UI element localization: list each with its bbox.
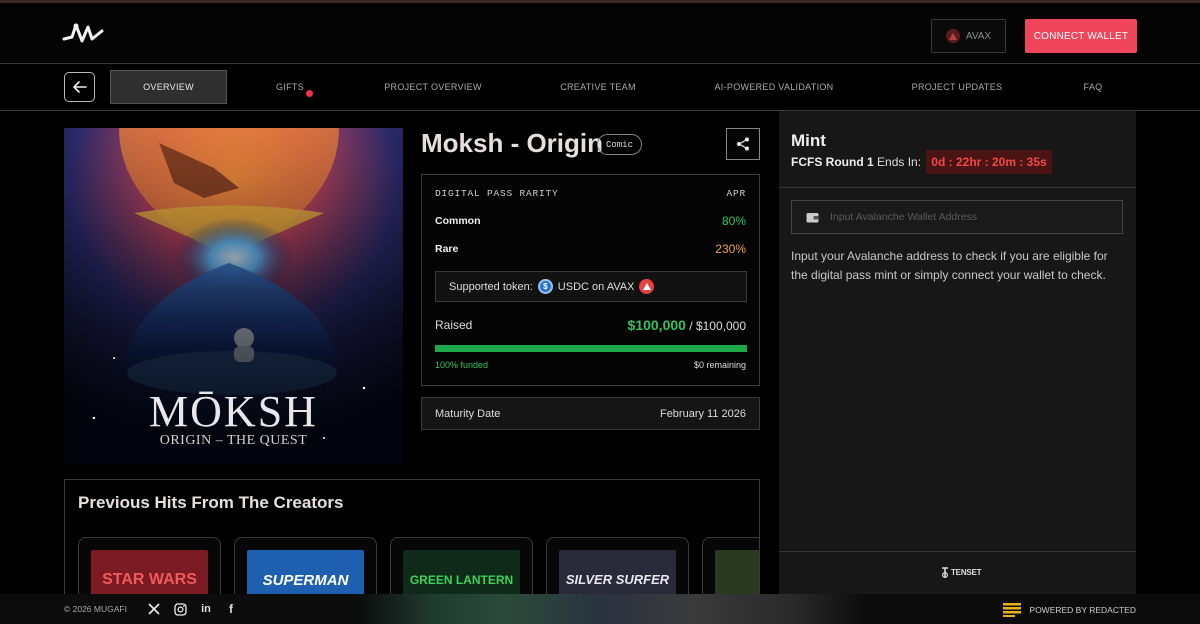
- apr-header: APR: [726, 188, 746, 199]
- maturity-label: Maturity Date: [435, 407, 501, 420]
- tab-creative-team[interactable]: CREATIVE TEAM: [548, 70, 648, 104]
- cover-subtitle: ORIGIN – THE QUEST: [159, 433, 308, 448]
- instagram-icon[interactable]: [173, 602, 187, 616]
- apr-common: 80%: [721, 214, 746, 228]
- funded-text: 100% funded: [435, 360, 489, 370]
- mint-title: Mint: [791, 131, 826, 150]
- linkedin-icon[interactable]: in: [199, 602, 213, 616]
- usdc-icon: $: [537, 279, 553, 294]
- rarity-card: DIGITAL PASS RARITY APR Common 80% Rare …: [421, 174, 760, 386]
- rarity-label-common: Common: [435, 215, 481, 227]
- tenset-logo: TENSET: [941, 567, 982, 578]
- footer: © 2026 MUGAFI in f POWERED BY REDACTED: [0, 594, 1200, 624]
- divider: [779, 187, 1136, 188]
- round-info: FCFS Round 1 Ends In:: [791, 155, 921, 169]
- raised-value: $100,000: [627, 317, 686, 333]
- category-tag: Comic: [597, 134, 642, 155]
- top-bar: AVAX CONNECT WALLET: [0, 0, 1200, 64]
- tab-gifts-label: GIFTS: [276, 82, 304, 92]
- funding-progress-bar: [435, 345, 747, 352]
- funding-progress-fill: [435, 345, 747, 352]
- hit-cover-title: SUPERMAN: [262, 571, 349, 589]
- back-button[interactable]: [64, 72, 95, 102]
- cover-title: MŌKSH: [149, 387, 318, 436]
- apr-rare: 230%: [715, 242, 746, 256]
- maturity-value: February 11 2026: [659, 407, 746, 420]
- previous-hits-section: Previous Hits From The Creators STAR WAR…: [64, 479, 760, 609]
- x-icon[interactable]: [147, 602, 161, 616]
- tenset-icon: [942, 567, 948, 578]
- tab-project-overview[interactable]: PROJECT OVERVIEW: [370, 70, 496, 104]
- maturity-date-row: Maturity Date February 11 2026: [421, 397, 760, 430]
- wallet-address-field[interactable]: [791, 200, 1123, 234]
- tab-overview[interactable]: OVERVIEW: [110, 70, 227, 104]
- previous-hits-title: Previous Hits From The Creators: [78, 493, 344, 512]
- token-name: USDC on AVAX: [557, 280, 635, 293]
- ends-label: Ends In:: [877, 155, 922, 169]
- tab-gifts[interactable]: GIFTS: [262, 70, 318, 104]
- hit-cover-title: GREEN LANTERN: [409, 572, 514, 587]
- mint-panel: Mint FCFS Round 1 Ends In: 0d : 22hr : 2…: [779, 111, 1136, 601]
- supported-token: Supported token: $ USDC on AVAX: [435, 271, 747, 302]
- notification-dot: [306, 90, 313, 97]
- redacted-logo-icon: [1003, 603, 1022, 617]
- share-button[interactable]: [726, 128, 760, 160]
- mint-description: Input your Avalanche address to check if…: [791, 249, 1108, 282]
- raised-total: / $100,000: [689, 319, 746, 333]
- token-prefix: Supported token:: [449, 280, 533, 293]
- facebook-icon[interactable]: f: [224, 602, 238, 616]
- round-label: FCFS Round 1: [791, 155, 874, 169]
- avax-icon: [945, 29, 960, 43]
- countdown-timer: 0d : 22hr : 20m : 35s: [926, 150, 1052, 174]
- arrow-left-icon: [72, 81, 87, 93]
- hit-cover-title: SILVER SURFER: [565, 572, 670, 587]
- tenset-label: TENSET: [951, 568, 982, 577]
- rarity-header: DIGITAL PASS RARITY: [435, 188, 559, 199]
- mugafi-logo[interactable]: [62, 21, 104, 47]
- hit-cover-title: STAR WARS: [102, 571, 197, 588]
- remaining-text: $0 remaining: [693, 360, 746, 370]
- share-icon: [737, 137, 749, 151]
- wallet-icon: [806, 212, 819, 222]
- wallet-address-input[interactable]: [830, 211, 1110, 223]
- divider: [779, 551, 1136, 552]
- network-selector[interactable]: AVAX: [931, 19, 1006, 53]
- cover-image: MŌKSH ORIGIN – THE QUEST: [64, 128, 403, 465]
- powered-by: POWERED BY REDACTED: [1003, 603, 1136, 617]
- network-label: AVAX: [965, 30, 992, 42]
- tab-faq[interactable]: FAQ: [1066, 70, 1120, 104]
- tab-project-updates[interactable]: PROJECT UPDATES: [898, 70, 1016, 104]
- avax-icon: [639, 279, 655, 294]
- tab-gifts-label-wrap: GIFTS: [276, 82, 313, 97]
- tab-ai-validation[interactable]: AI-POWERED VALIDATION: [700, 70, 848, 104]
- copyright: © 2026 MUGAFI: [64, 604, 127, 614]
- project-title: Moksh - Origin: [421, 128, 603, 158]
- powered-label: POWERED BY REDACTED: [1029, 605, 1136, 615]
- connect-wallet-button[interactable]: CONNECT WALLET: [1025, 19, 1137, 53]
- raised-amount: $100,000 / $100,000: [628, 317, 746, 333]
- section-nav: OVERVIEW GIFTS PROJECT OVERVIEW CREATIVE…: [0, 64, 1200, 111]
- rarity-label-rare: Rare: [435, 243, 459, 255]
- raised-label: Raised: [435, 318, 473, 332]
